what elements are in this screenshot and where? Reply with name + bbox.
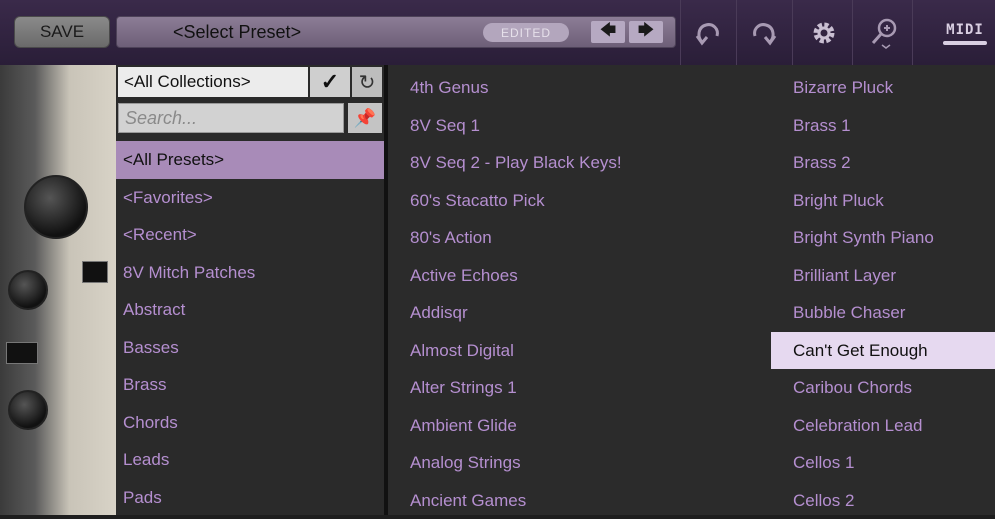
preset-item[interactable]: Almost Digital xyxy=(388,332,770,370)
preset-item[interactable]: Ancient Games xyxy=(388,482,770,519)
undo-icon[interactable] xyxy=(684,8,732,58)
preset-item[interactable]: Cellos 1 xyxy=(771,444,995,482)
preset-item[interactable]: Brilliant Layer xyxy=(771,257,995,295)
preset-item[interactable]: Alter Strings 1 xyxy=(388,369,770,407)
preset-column-1: 4th Genus8V Seq 18V Seq 2 - Play Black K… xyxy=(388,69,770,519)
synth-knob xyxy=(8,390,48,430)
category-item[interactable]: 8V Mitch Patches xyxy=(116,254,384,292)
category-item[interactable]: Brass xyxy=(116,366,384,404)
category-list: <All Presets><Favorites><Recent>8V Mitch… xyxy=(116,141,384,516)
arrow-right-icon[interactable]: 🡆 xyxy=(629,21,663,43)
preset-item[interactable]: Can't Get Enough xyxy=(771,332,995,370)
preset-item[interactable]: Bright Synth Piano xyxy=(771,219,995,257)
preset-item[interactable]: Bizarre Pluck xyxy=(771,69,995,107)
midi-label: MIDI xyxy=(940,22,990,38)
preset-item[interactable]: Brass 1 xyxy=(771,107,995,145)
preset-item[interactable]: Bright Pluck xyxy=(771,182,995,220)
preset-item[interactable]: 8V Seq 2 - Play Black Keys! xyxy=(388,144,770,182)
midi-button[interactable]: MIDI xyxy=(940,22,990,54)
preset-list-panel: 4th Genus8V Seq 18V Seq 2 - Play Black K… xyxy=(388,65,995,515)
preset-name-label: <Select Preset> xyxy=(173,17,301,47)
category-item[interactable]: Basses xyxy=(116,329,384,367)
refresh-icon[interactable]: ↻ xyxy=(352,67,382,97)
redo-icon[interactable] xyxy=(740,8,788,58)
midi-underline xyxy=(943,41,987,45)
preset-item[interactable]: Cellos 2 xyxy=(771,482,995,519)
preset-item[interactable]: Addisqr xyxy=(388,294,770,332)
chevron-down-icon[interactable]: ✓ xyxy=(310,67,350,97)
preset-item[interactable]: Bubble Chaser xyxy=(771,294,995,332)
preset-item[interactable]: Caribou Chords xyxy=(771,369,995,407)
preset-item[interactable]: Celebration Lead xyxy=(771,407,995,445)
category-item[interactable]: Chords xyxy=(116,404,384,442)
category-item[interactable]: <Favorites> xyxy=(116,179,384,217)
preset-item[interactable]: 60's Stacatto Pick xyxy=(388,182,770,220)
category-item[interactable]: Leads xyxy=(116,441,384,479)
preset-item[interactable]: Active Echoes xyxy=(388,257,770,295)
zoom-icon[interactable] xyxy=(860,8,908,58)
category-item[interactable]: Abstract xyxy=(116,291,384,329)
arrow-left-icon[interactable]: 🡄 xyxy=(591,21,625,43)
preset-item[interactable]: 8V Seq 1 xyxy=(388,107,770,145)
toolbar-divider xyxy=(792,0,793,65)
search-input[interactable] xyxy=(118,103,344,133)
synth-switch xyxy=(6,342,38,364)
save-button[interactable]: SAVE xyxy=(14,16,110,48)
pin-icon[interactable]: 📌 xyxy=(348,103,382,133)
toolbar-divider xyxy=(852,0,853,65)
category-item[interactable]: <All Presets> xyxy=(116,141,384,179)
preset-item[interactable]: Ambient Glide xyxy=(388,407,770,445)
toolbar-divider xyxy=(680,0,681,65)
category-item[interactable]: Pads xyxy=(116,479,384,517)
preset-item[interactable]: 4th Genus xyxy=(388,69,770,107)
synth-knob xyxy=(8,270,48,310)
category-item[interactable]: <Recent> xyxy=(116,216,384,254)
top-toolbar: SAVE <Select Preset> EDITED 🡄 🡆 MIDI xyxy=(0,0,995,65)
preset-column-2: Bizarre PluckBrass 1Brass 2Bright PluckB… xyxy=(771,69,995,519)
collection-dropdown[interactable]: <All Collections> xyxy=(118,67,308,97)
synth-knob xyxy=(24,175,88,239)
preset-item[interactable]: 80's Action xyxy=(388,219,770,257)
toolbar-divider xyxy=(912,0,913,65)
edited-badge: EDITED xyxy=(483,23,569,42)
toolbar-divider xyxy=(736,0,737,65)
synth-background-panel xyxy=(0,65,116,515)
gear-icon[interactable] xyxy=(800,8,848,58)
synth-switch xyxy=(82,261,108,283)
preset-selector[interactable]: <Select Preset> EDITED 🡄 🡆 xyxy=(116,16,676,48)
preset-item[interactable]: Analog Strings xyxy=(388,444,770,482)
preset-item[interactable]: Brass 2 xyxy=(771,144,995,182)
